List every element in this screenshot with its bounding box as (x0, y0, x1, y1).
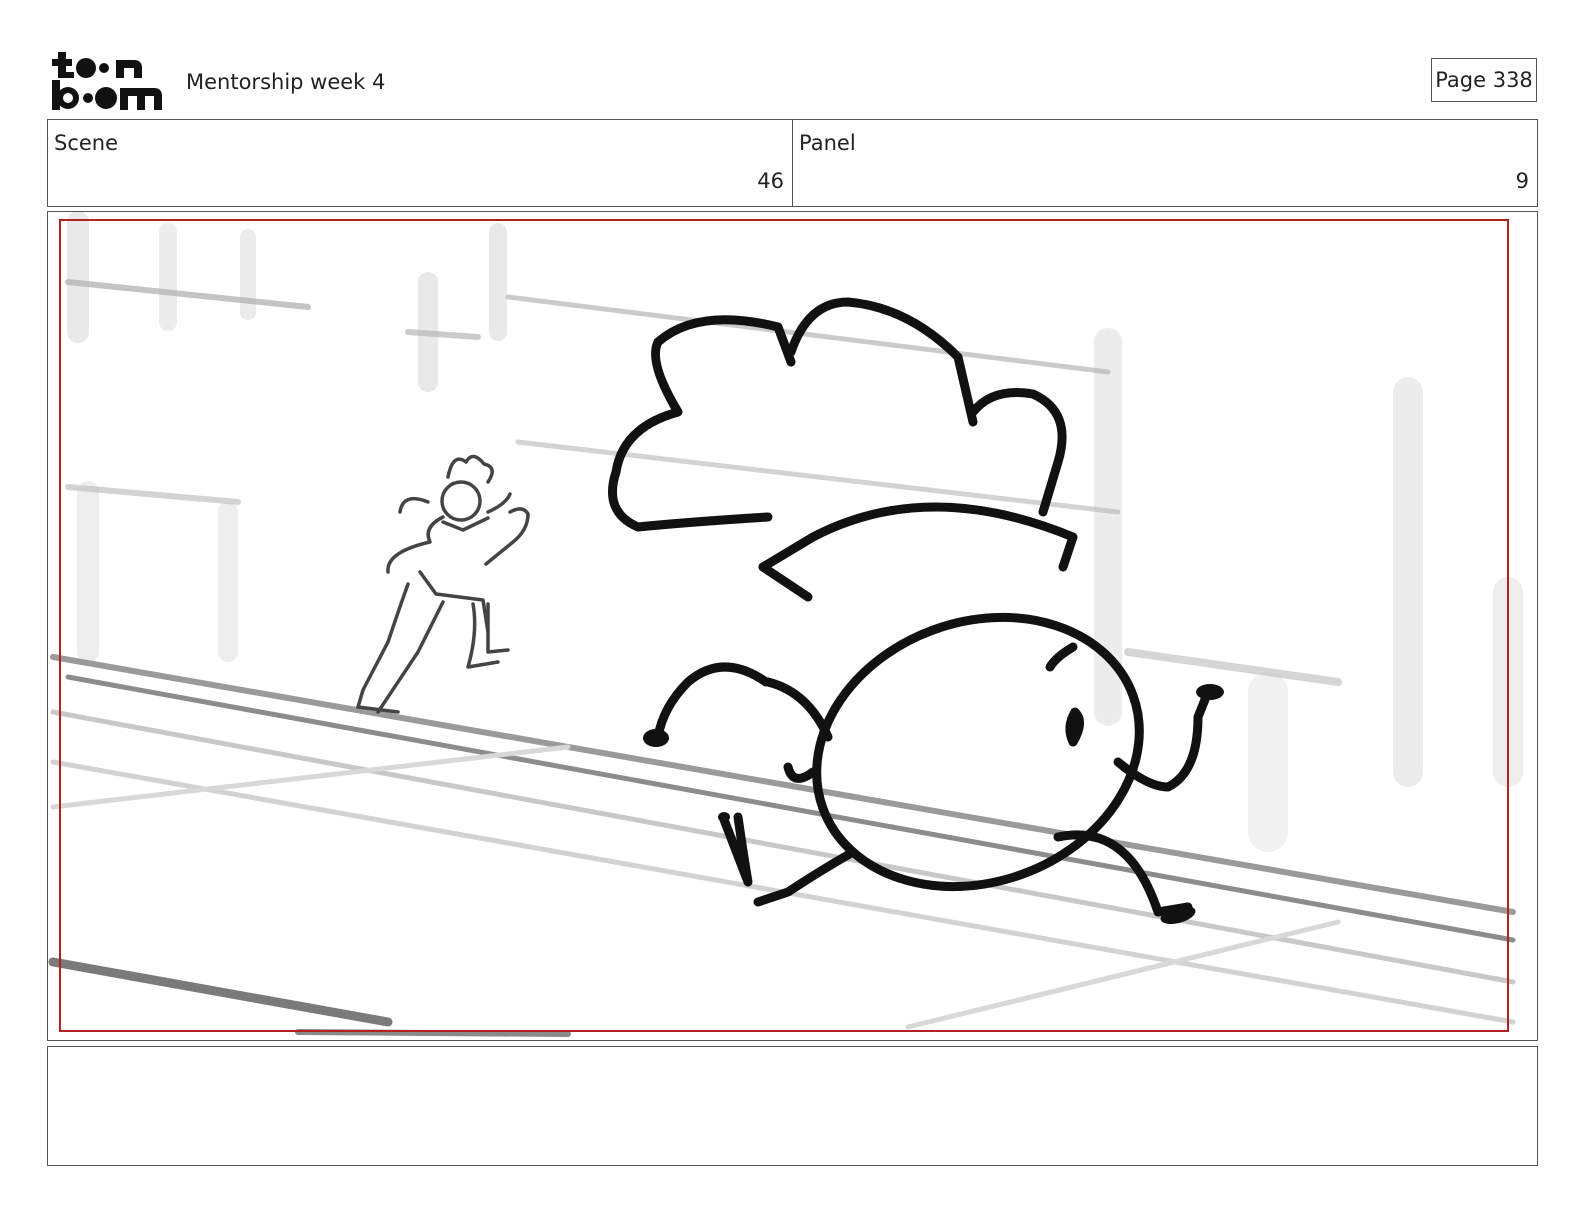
panel-cell: Panel 9 (792, 120, 1537, 206)
scene-cell: Scene 46 (48, 120, 792, 206)
background-buildings (65, 212, 1523, 852)
panel-sketch (48, 212, 1523, 1037)
toonboom-logo (52, 52, 162, 110)
scene-panel-row: Scene 46 Panel 9 (47, 119, 1538, 207)
document-title: Mentorship week 4 (186, 70, 386, 94)
panel-notes-box (47, 1046, 1538, 1166)
scene-number: 46 (757, 169, 784, 193)
scene-label: Scene (54, 131, 119, 155)
panel-number: 9 (1515, 169, 1529, 193)
street-lines (48, 654, 1516, 1037)
storyboard-panel (47, 211, 1538, 1041)
panel-label: Panel (799, 131, 856, 155)
page-number: Page 338 (1431, 58, 1537, 102)
small-character (356, 454, 530, 714)
